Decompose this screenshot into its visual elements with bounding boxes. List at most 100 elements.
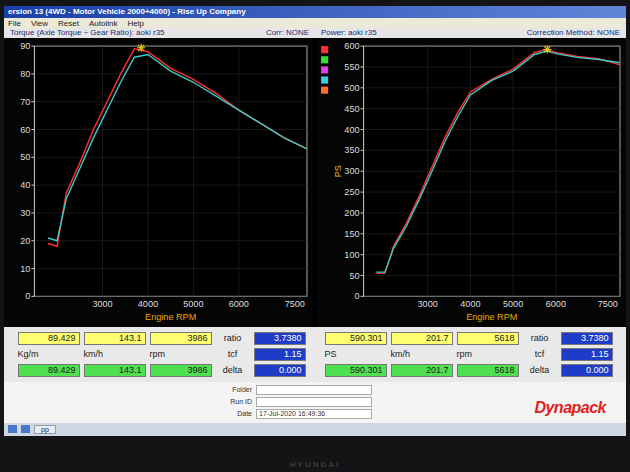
value-box: 3986 xyxy=(150,332,212,345)
svg-text:3000: 3000 xyxy=(418,299,438,309)
svg-text:0: 0 xyxy=(354,291,359,301)
value-box: 3986 xyxy=(150,364,212,377)
unit-label: km/h xyxy=(84,349,146,359)
svg-text:60: 60 xyxy=(20,125,30,135)
svg-text:70: 70 xyxy=(20,97,30,107)
legend-swatch[interactable] xyxy=(321,56,328,63)
x-tick: 3000 xyxy=(92,46,112,309)
svg-text:550: 550 xyxy=(344,62,359,72)
value-box: 89.429 xyxy=(18,332,80,345)
value-box: 143.1 xyxy=(84,364,146,377)
param-label: ratio xyxy=(523,333,557,343)
y-tick: 90 xyxy=(20,41,307,51)
y-tick: 150 xyxy=(344,229,620,239)
field-value[interactable] xyxy=(256,385,372,395)
series-line xyxy=(48,54,307,240)
unit-label: Kg/m xyxy=(18,349,80,359)
dynapack-logo: Dynapack xyxy=(534,399,606,419)
chart-panel: 010203040506070809030004000500060007500E… xyxy=(4,38,313,327)
param-label: ratio xyxy=(216,333,250,343)
svg-text:6000: 6000 xyxy=(546,299,566,309)
param-value: 3.7380 xyxy=(561,332,613,345)
y-axis-label: PS xyxy=(333,165,343,177)
value-box: 201.7 xyxy=(391,364,453,377)
param-value: 1.15 xyxy=(561,348,613,361)
legend-swatch[interactable] xyxy=(321,46,328,53)
y-tick: 400 xyxy=(344,125,620,135)
taskbar-item[interactable]: pp xyxy=(34,425,56,434)
svg-text:40: 40 xyxy=(20,180,30,190)
series-line xyxy=(376,49,619,273)
chart-header: Torque (Axle Torque ÷ Gear Ratio): aoki … xyxy=(4,28,315,38)
legend-swatch[interactable] xyxy=(321,76,328,83)
param-label: delta xyxy=(523,365,557,375)
unit-label: km/h xyxy=(391,349,453,359)
x-tick: 5000 xyxy=(503,46,523,309)
value-box: 201.7 xyxy=(391,332,453,345)
y-tick: 0 xyxy=(25,291,307,301)
menu-item[interactable]: Help xyxy=(127,19,143,28)
x-tick: 7500 xyxy=(285,46,307,309)
svg-text:5000: 5000 xyxy=(503,299,523,309)
svg-text:4000: 4000 xyxy=(460,299,480,309)
param-value: 0.000 xyxy=(254,364,306,377)
field-value[interactable]: 17-Jul-2020 16:49:36 xyxy=(256,409,372,419)
svg-text:90: 90 xyxy=(20,41,30,51)
footer: FolderRun IDDate17-Jul-2020 16:49:36Dyna… xyxy=(4,382,626,423)
svg-text:250: 250 xyxy=(344,187,359,197)
chart-header-row: Torque (Axle Torque ÷ Gear Ratio): aoki … xyxy=(4,28,626,38)
svg-text:0: 0 xyxy=(25,291,30,301)
svg-text:350: 350 xyxy=(344,145,359,155)
value-box: 590.301 xyxy=(325,364,387,377)
value-box: 5618 xyxy=(457,332,519,345)
svg-text:7500: 7500 xyxy=(598,299,618,309)
footer-field: Run ID xyxy=(224,397,372,407)
field-value[interactable] xyxy=(256,397,372,407)
menu-item[interactable]: Autolink xyxy=(89,19,117,28)
svg-text:50: 50 xyxy=(349,271,359,281)
svg-text:5000: 5000 xyxy=(183,299,203,309)
legend-swatch[interactable] xyxy=(321,87,328,94)
param-label: delta xyxy=(216,365,250,375)
svg-text:150: 150 xyxy=(344,229,359,239)
svg-text:200: 200 xyxy=(344,208,359,218)
app-icon[interactable] xyxy=(21,425,30,433)
y-tick: 10 xyxy=(20,264,307,274)
value-box: 5618 xyxy=(457,364,519,377)
unit-label: PS xyxy=(325,349,387,359)
readout-panel: 590.301201.75618ratio3.7380PSkm/hrpmtcf1… xyxy=(325,332,613,377)
svg-text:20: 20 xyxy=(20,236,30,246)
peak-marker xyxy=(543,45,551,53)
menu-bar: File View Reset Autolink Help xyxy=(4,18,626,28)
svg-text:500: 500 xyxy=(344,83,359,93)
menu-item[interactable]: Reset xyxy=(58,19,79,28)
legend-swatch[interactable] xyxy=(321,66,328,73)
monitor: ersion 13 (4WD - Motor Vehicle 2000+4000… xyxy=(0,0,630,472)
readouts: 89.429 143.1 3986 ratio 3.7380 Kg/m km/h rpm tcf… xyxy=(4,327,626,382)
svg-text:7500: 7500 xyxy=(285,299,305,309)
y-tick: 250 xyxy=(344,187,620,197)
y-tick: 50 xyxy=(349,271,620,281)
footer-field: Date17-Jul-2020 16:49:36 xyxy=(224,409,372,419)
power-chart: 0501001502002503003504004505005506003000… xyxy=(317,38,626,327)
y-tick: 20 xyxy=(20,236,307,246)
y-tick: 0 xyxy=(354,291,619,301)
param-value: 1.15 xyxy=(254,348,306,361)
readout-panel: 89.429143.13986ratio3.7380Kg/mkm/hrpmtcf… xyxy=(18,332,306,377)
monitor-brand: HYUNDAI xyxy=(4,436,626,472)
svg-text:300: 300 xyxy=(344,166,359,176)
value-box: 143.1 xyxy=(84,332,146,345)
x-tick: 4000 xyxy=(460,46,480,309)
start-icon[interactable] xyxy=(8,425,17,433)
x-tick: 7500 xyxy=(598,46,620,309)
menu-item[interactable]: File xyxy=(8,19,21,28)
menu-item[interactable]: View xyxy=(31,19,48,28)
x-tick: 6000 xyxy=(229,46,249,309)
svg-text:100: 100 xyxy=(344,250,359,260)
y-tick: 40 xyxy=(20,180,307,190)
chart-header: Power: aoki r35Correction Method: NONE xyxy=(315,28,626,38)
param-label: tcf xyxy=(216,349,250,359)
y-tick: 450 xyxy=(344,104,620,114)
y-tick: 550 xyxy=(344,62,620,72)
unit-label: rpm xyxy=(457,349,519,359)
